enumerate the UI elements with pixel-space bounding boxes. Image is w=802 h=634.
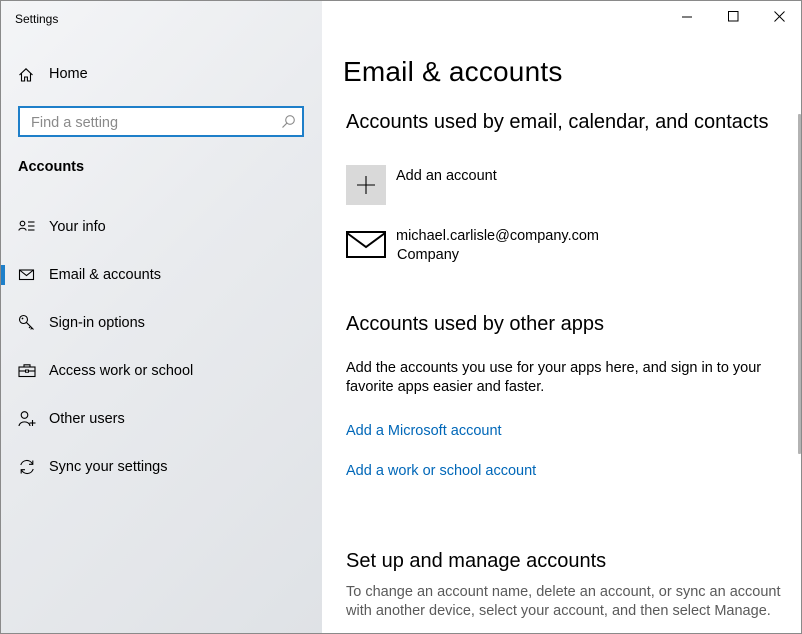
- manage-accounts-header: Set up and manage accounts: [346, 550, 607, 572]
- sync-icon: [18, 458, 36, 476]
- sidebar-item-label: Access work or school: [49, 363, 194, 379]
- sidebar-item-label: Other users: [49, 411, 125, 427]
- search-icon[interactable]: [281, 114, 296, 129]
- sidebar-item-sign-in-options[interactable]: Sign-in options: [1, 303, 322, 343]
- sidebar-item-label: Your info: [49, 219, 106, 235]
- main-content: Email & accounts Accounts used by email,…: [322, 1, 801, 633]
- sidebar-item-email-accounts[interactable]: Email & accounts: [1, 255, 322, 295]
- add-microsoft-account-link[interactable]: Add a Microsoft account: [346, 423, 502, 439]
- minimize-button[interactable]: [665, 1, 711, 33]
- other-apps-description: Add the accounts you use for your apps h…: [346, 360, 762, 395]
- sidebar-item-home[interactable]: Home: [1, 61, 322, 89]
- search-box[interactable]: [18, 106, 304, 137]
- close-icon: [774, 11, 785, 22]
- sidebar-item-label: Home: [49, 66, 88, 82]
- envelope-icon: [18, 266, 36, 284]
- sidebar-item-label: Sync your settings: [49, 459, 168, 475]
- briefcase-icon: [18, 362, 36, 380]
- search-input[interactable]: [29, 112, 273, 134]
- active-indicator: [1, 265, 5, 285]
- add-work-school-account-link[interactable]: Add a work or school account: [346, 463, 536, 479]
- account-email: michael.carlisle@company.com: [396, 228, 600, 244]
- scrollbar[interactable]: [798, 114, 801, 454]
- person-add-icon: [18, 410, 36, 428]
- maximize-icon: [728, 11, 739, 22]
- app-title: Settings: [15, 12, 59, 26]
- home-icon: [18, 67, 34, 83]
- close-button[interactable]: [757, 1, 801, 33]
- minimize-icon: [682, 16, 692, 18]
- add-account-button[interactable]: Add an account: [346, 165, 646, 205]
- page-title: Email & accounts: [343, 56, 563, 87]
- sidebar-item-access-work[interactable]: Access work or school: [1, 351, 322, 391]
- add-account-label: Add an account: [396, 168, 497, 184]
- sidebar-item-label: Email & accounts: [49, 267, 162, 283]
- maximize-button[interactable]: [711, 1, 757, 33]
- sidebar-item-label: Sign-in options: [49, 315, 145, 331]
- add-account-tile: [346, 165, 386, 205]
- manage-accounts-description: To change an account name, delete an acc…: [346, 584, 781, 619]
- key-icon: [18, 314, 36, 332]
- settings-window: Settings Home Accounts: [0, 0, 802, 634]
- sidebar-item-sync-settings[interactable]: Sync your settings: [1, 447, 322, 487]
- mail-account-icon: [346, 231, 386, 263]
- account-type: Company: [397, 247, 460, 263]
- person-list-icon: [18, 218, 36, 236]
- sidebar: Settings Home Accounts: [1, 1, 322, 633]
- section-label: Accounts: [18, 159, 85, 175]
- sidebar-item-your-info[interactable]: Your info: [1, 207, 322, 247]
- sidebar-item-other-users[interactable]: Other users: [1, 399, 322, 439]
- account-entry[interactable]: michael.carlisle@company.com Company: [346, 227, 746, 267]
- email-accounts-header: Accounts used by email, calendar, and co…: [346, 111, 769, 133]
- other-apps-header: Accounts used by other apps: [346, 313, 604, 335]
- plus-icon: [357, 176, 375, 194]
